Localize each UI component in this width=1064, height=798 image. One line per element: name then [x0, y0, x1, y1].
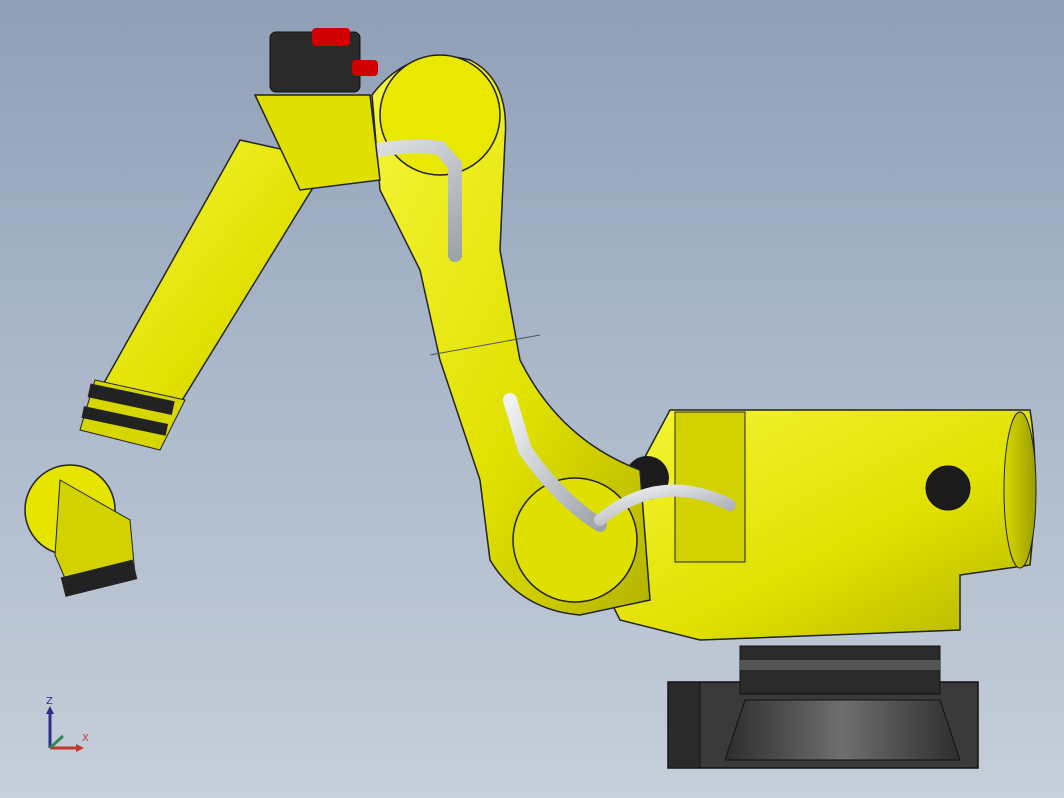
x-axis-label: X — [82, 733, 89, 744]
cad-viewport[interactable]: Z X — [0, 0, 1064, 798]
robot-turret[interactable] — [589, 409, 1037, 641]
robot-upper-arm[interactable] — [98, 28, 381, 421]
robot-lower-arm[interactable] — [371, 54, 651, 616]
z-axis-label: Z — [46, 696, 53, 707]
robot-wrist[interactable] — [24, 379, 186, 597]
connector-red-2 — [352, 60, 378, 76]
coordinate-triad[interactable]: Z X — [38, 696, 98, 756]
connector-red-1 — [312, 28, 350, 46]
robot-base[interactable] — [667, 645, 979, 769]
robot-arm-model[interactable] — [0, 0, 1064, 798]
